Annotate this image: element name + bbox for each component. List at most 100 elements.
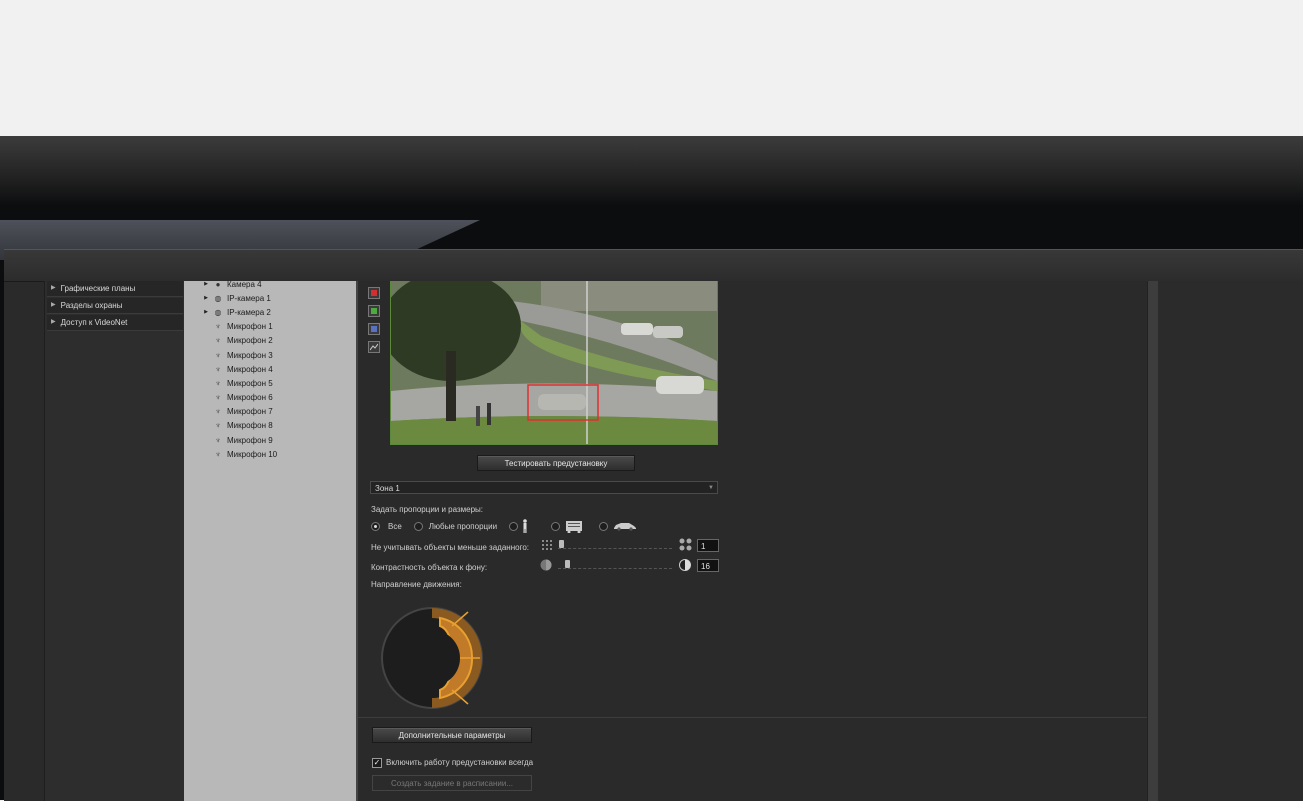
tree-item[interactable]: ♆ Микрофон 8 bbox=[184, 419, 356, 433]
detector-settings-panel: Тестировать предустановку Зона 1 ▼ Задат… bbox=[358, 281, 1148, 801]
graph-tool-button[interactable] bbox=[368, 341, 380, 353]
direction-label: Направление движения: bbox=[371, 580, 462, 589]
expand-arrow-icon[interactable]: ▶ bbox=[201, 295, 211, 301]
contrast-input[interactable]: 16 bbox=[697, 559, 719, 572]
car-icon bbox=[614, 523, 637, 531]
divider bbox=[358, 717, 1148, 718]
radio-any-label: Любые пропорции bbox=[428, 521, 498, 531]
expand-arrow-icon[interactable]: ▶ bbox=[201, 281, 211, 287]
slider-thumb[interactable] bbox=[565, 560, 570, 568]
tree-item-label: Микрофон 10 bbox=[227, 449, 278, 459]
min-size-slider[interactable] bbox=[558, 540, 672, 549]
small-dots-icon bbox=[542, 540, 552, 550]
create-schedule-button[interactable]: Создать задание в расписании... bbox=[372, 775, 532, 791]
radio-car[interactable] bbox=[599, 521, 609, 531]
tree-item[interactable]: ▶ ● Камера 4 bbox=[184, 277, 356, 291]
ip-camera-icon: ◍ bbox=[214, 293, 222, 303]
radio-person[interactable] bbox=[509, 521, 519, 531]
radio-any-proportions[interactable] bbox=[413, 521, 423, 531]
microphone-icon: ♆ bbox=[215, 435, 221, 445]
truck-icon bbox=[566, 521, 583, 533]
blue-zone-tool-button[interactable] bbox=[368, 323, 380, 335]
device-tree: ▶ ● Камера 4 ▶ ◍ IP-камера 1 ▶ ◍ IP-камера 2 ♆ Мик… bbox=[184, 280, 358, 801]
nav-item-security-sections[interactable]: ▶ Разделы охраны bbox=[47, 298, 183, 314]
zone-select-value: Зона 1 bbox=[375, 484, 400, 493]
min-size-input[interactable]: 1 bbox=[697, 539, 719, 552]
graph-icon bbox=[370, 343, 378, 351]
tree-item-label: Микрофон 7 bbox=[227, 407, 273, 417]
tree-item-label: Микрофон 8 bbox=[227, 421, 273, 431]
min-size-label: Не учитывать объекты меньше заданного: bbox=[371, 543, 529, 552]
nav-item-videonet-access[interactable]: ▶ Доступ к VideoNet bbox=[47, 315, 183, 331]
ip-camera-icon: ◍ bbox=[214, 307, 222, 317]
always-on-label: Включить работу предустановки всегда bbox=[386, 758, 534, 767]
microphone-icon: ♆ bbox=[215, 449, 221, 459]
tree-item[interactable]: ♆ Микрофон 2 bbox=[184, 334, 356, 348]
tree-item[interactable]: ♆ Микрофон 7 bbox=[184, 405, 356, 419]
expand-arrow-icon[interactable]: ▶ bbox=[201, 309, 211, 315]
camera-preview[interactable] bbox=[390, 281, 718, 445]
always-on-checkbox[interactable]: ✓ bbox=[372, 758, 382, 768]
tree-item[interactable]: ♆ Микрофон 10 bbox=[184, 447, 356, 461]
person-icon bbox=[523, 519, 527, 533]
radio-all[interactable] bbox=[371, 521, 380, 531]
nav-item-label: Доступ к VideoNet bbox=[60, 318, 128, 327]
microphone-icon: ♆ bbox=[215, 407, 221, 417]
tree-item[interactable]: ♆ Микрофон 6 bbox=[184, 391, 356, 405]
microphone-icon: ♆ bbox=[215, 350, 221, 360]
camera-icon: ● bbox=[215, 279, 221, 289]
proportions-options: Все Любые пропорции bbox=[371, 519, 637, 533]
camera-scene-image bbox=[391, 281, 717, 444]
tree-item-label: Микрофон 1 bbox=[227, 322, 273, 332]
chevron-down-icon: ▼ bbox=[708, 485, 714, 491]
green-square-icon bbox=[371, 308, 377, 314]
microphone-icon: ♆ bbox=[215, 393, 221, 403]
expand-arrow-icon: ▶ bbox=[51, 302, 56, 308]
advanced-params-button[interactable]: Дополнительные параметры bbox=[372, 727, 532, 743]
proportions-label: Задать пропорции и размеры: bbox=[371, 505, 484, 514]
nav-item-graphic-plans[interactable]: ▶ Графические планы bbox=[47, 281, 183, 297]
tree-item[interactable]: ♆ Микрофон 3 bbox=[184, 348, 356, 362]
tree-item[interactable]: ▶ ◍ IP-камера 2 bbox=[184, 305, 356, 319]
tree-item-label: Камера 4 bbox=[227, 279, 262, 289]
tree-item[interactable]: ♆ Микрофон 5 bbox=[184, 376, 356, 390]
large-dots-icon bbox=[679, 538, 692, 551]
tree-item[interactable]: ♆ Микрофон 9 bbox=[184, 433, 356, 447]
tree-item-label: Микрофон 9 bbox=[227, 435, 273, 445]
microphone-icon: ♆ bbox=[215, 322, 221, 332]
zone-select[interactable]: Зона 1 ▼ bbox=[370, 481, 718, 494]
tree-item[interactable]: ♆ Микрофон 1 bbox=[184, 320, 356, 334]
radio-truck[interactable] bbox=[551, 521, 561, 531]
expand-arrow-icon: ▶ bbox=[51, 285, 56, 291]
high-contrast-icon bbox=[679, 559, 691, 571]
microphone-icon: ♆ bbox=[215, 336, 221, 346]
microphone-icon: ♆ bbox=[215, 421, 221, 431]
radio-all-label: Все bbox=[388, 521, 402, 531]
test-preset-button[interactable]: Тестировать предустановку bbox=[477, 455, 635, 471]
tree-item[interactable]: ▶ ◍ IP-камера 1 bbox=[184, 291, 356, 305]
tree-item-label: Микрофон 4 bbox=[227, 364, 273, 374]
red-zone-tool-button[interactable] bbox=[368, 287, 380, 299]
contrast-slider[interactable] bbox=[558, 560, 672, 569]
tree-item[interactable]: ♆ Микрофон 4 bbox=[184, 362, 356, 376]
tree-item-label: IP-камера 1 bbox=[227, 293, 271, 303]
nav-item-label: Графические планы bbox=[60, 284, 136, 293]
expand-arrow-icon: ▶ bbox=[51, 319, 56, 325]
tree-item-label: Микрофон 5 bbox=[227, 378, 273, 388]
nav-item-label: Разделы охраны bbox=[60, 301, 123, 310]
tree-item-label: Микрофон 2 bbox=[227, 336, 273, 346]
microphone-icon: ♆ bbox=[215, 378, 221, 388]
app-window: ▶ Графические планы ▶ Разделы охраны ▶ Д… bbox=[4, 249, 1303, 801]
tree-item-label: Микрофон 6 bbox=[227, 393, 273, 403]
contrast-label: Контрастность объекта к фону: bbox=[371, 563, 488, 572]
left-navigation: ▶ Графические планы ▶ Разделы охраны ▶ Д… bbox=[44, 281, 186, 801]
tree-item-label: IP-камера 2 bbox=[227, 307, 271, 317]
microphone-icon: ♆ bbox=[215, 364, 221, 374]
right-panel bbox=[1158, 281, 1303, 801]
slider-thumb[interactable] bbox=[559, 540, 564, 548]
red-square-icon bbox=[371, 290, 377, 296]
tree-item-label: Микрофон 3 bbox=[227, 350, 273, 360]
green-zone-tool-button[interactable] bbox=[368, 305, 380, 317]
direction-dial[interactable] bbox=[380, 606, 484, 710]
blue-square-icon bbox=[371, 326, 377, 332]
